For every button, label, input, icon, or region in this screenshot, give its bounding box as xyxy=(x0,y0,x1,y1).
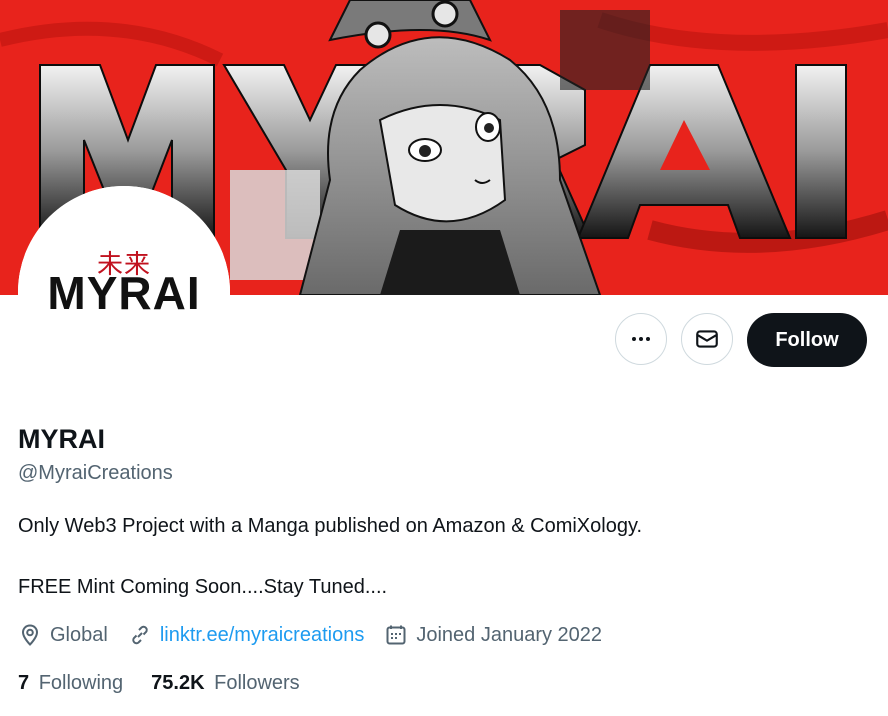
location-item: Global xyxy=(18,623,108,647)
bio-line-1: Only Web3 Project with a Manga published… xyxy=(18,515,643,537)
profile-meta: Global linktr.ee/myraicreations Joined J… xyxy=(18,620,622,650)
followers-count: 75.2K xyxy=(151,672,205,694)
following-label: Following xyxy=(38,672,124,694)
website-link[interactable]: linktr.ee/myraicreations xyxy=(160,624,365,647)
follow-button[interactable]: Follow xyxy=(747,313,867,367)
joined-item: Joined January 2022 xyxy=(384,623,602,647)
profile-stats: 7 Following 75.2K Followers xyxy=(18,672,328,695)
followers-label: Followers xyxy=(214,672,300,694)
profile-page: 未来 MYRAI Follow MYRAI @MyraiCreations On… xyxy=(0,0,888,716)
message-button[interactable] xyxy=(681,313,733,365)
more-button[interactable] xyxy=(615,313,667,365)
avatar-logo: 未来 MYRAI xyxy=(18,186,230,398)
profile-name: MYRAI xyxy=(18,424,105,454)
website-item: linktr.ee/myraicreations xyxy=(128,623,365,647)
avatar-wordmark: MYRAI xyxy=(47,267,201,319)
calendar-icon xyxy=(386,625,406,645)
mail-icon xyxy=(696,330,718,348)
bio-line-2: FREE Mint Coming Soon....Stay Tuned.... xyxy=(18,576,388,598)
more-horizontal-icon xyxy=(632,337,650,341)
profile-avatar[interactable]: 未来 MYRAI xyxy=(18,186,230,398)
joined-text: Joined January 2022 xyxy=(416,623,603,646)
location-pin-icon xyxy=(21,624,39,646)
following-count: 7 xyxy=(18,672,30,694)
following-link[interactable]: 7 Following xyxy=(18,672,123,695)
followers-link[interactable]: 75.2K Followers xyxy=(151,672,300,695)
profile-handle: @MyraiCreations xyxy=(18,462,173,484)
link-icon xyxy=(132,625,148,645)
location-text: Global xyxy=(50,623,108,646)
